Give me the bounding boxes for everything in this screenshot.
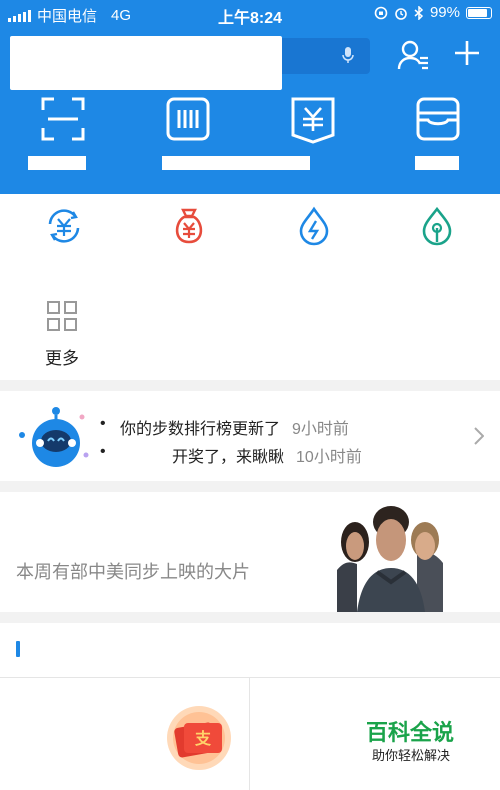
search-bar[interactable]	[10, 36, 370, 90]
pay-button[interactable]	[153, 96, 223, 146]
scan-icon	[41, 97, 85, 141]
svg-text:支: 支	[194, 729, 212, 748]
chevron-right-icon	[474, 427, 484, 445]
microphone-icon[interactable]	[342, 46, 354, 64]
card-pack-button[interactable]	[403, 96, 473, 146]
movie-poster-image	[337, 500, 443, 612]
utility-bill-icon[interactable]	[294, 206, 334, 246]
robot-mascot-icon	[19, 407, 89, 467]
list-item: • 你的步数排行榜更新了 9小时前	[100, 415, 349, 438]
watermark-subtitle: 助你轻松解决	[372, 748, 451, 763]
message-time: 10小时前	[296, 449, 362, 466]
more-label[interactable]: 更多	[45, 344, 79, 369]
bluetooth-icon	[414, 5, 424, 20]
ant-forest-icon[interactable]	[417, 206, 457, 246]
exchange-yuan-icon[interactable]	[44, 206, 84, 246]
redacted-label	[415, 156, 459, 170]
message-time: 9小时前	[292, 421, 349, 438]
contacts-icon[interactable]	[396, 38, 430, 72]
red-packet-icon[interactable]: 支	[166, 705, 232, 771]
collect-icon	[291, 97, 335, 144]
list-item: • 开奖了，来瞅瞅 10小时前	[100, 443, 362, 466]
alarm-icon	[395, 7, 407, 20]
card-pack-icon	[416, 97, 460, 141]
watermark-title: 百科全说	[366, 720, 455, 745]
message-text: 你的步数排行榜更新了	[120, 421, 281, 438]
bottom-section: 支 百科全说 助你轻松解决	[0, 623, 500, 790]
collect-button[interactable]	[278, 96, 348, 146]
watermark: 百科全说 助你轻松解决	[358, 711, 498, 781]
redacted-label	[28, 156, 86, 170]
scan-button[interactable]	[28, 96, 98, 146]
rotation-lock-icon	[374, 6, 388, 19]
add-icon[interactable]	[452, 38, 482, 68]
movie-card[interactable]: 本周有部中美同步上映的大片	[0, 492, 500, 612]
message-card[interactable]: • 你的步数排行榜更新了 9小时前 • 开奖了，来瞅瞅 10小时前	[0, 391, 500, 481]
movie-text: 本周有部中美同步上映的大片	[16, 562, 250, 582]
battery-icon	[466, 6, 492, 19]
status-bar: 中国电信 4G 上午8:24 99%	[0, 0, 500, 28]
more-grid-icon[interactable]	[46, 300, 78, 332]
pay-icon	[166, 97, 210, 141]
redacted-search-text	[10, 36, 282, 90]
message-text: 开奖了，来瞅瞅	[172, 449, 285, 466]
app-grid: 更多	[0, 194, 500, 380]
money-bag-icon[interactable]	[169, 206, 209, 246]
redacted-label	[162, 156, 310, 170]
app-header	[0, 28, 500, 194]
section-marker	[16, 641, 20, 657]
battery-percent: 99%	[429, 4, 460, 21]
